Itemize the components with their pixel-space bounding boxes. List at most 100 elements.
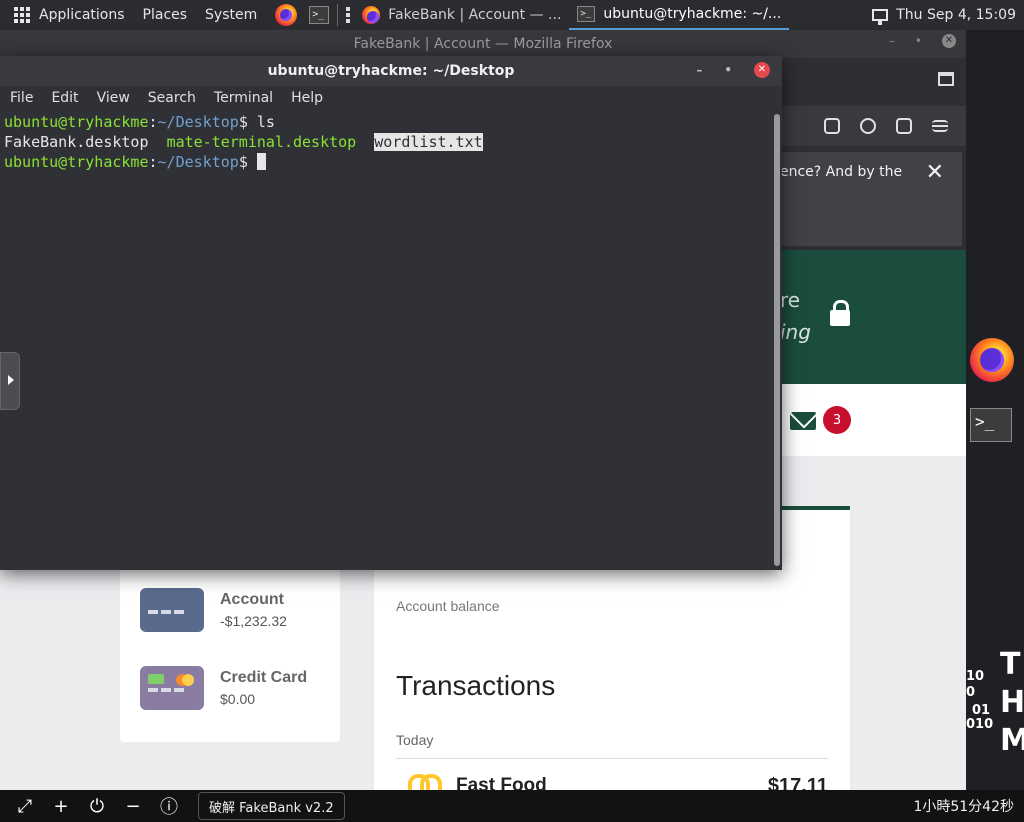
firefox-titlebar[interactable]: FakeBank | Account — Mozilla Firefox – •… xyxy=(0,30,966,58)
task-terminal[interactable]: >_ ubuntu@tryhackme: ~/... xyxy=(569,0,790,30)
firefox-toolbar xyxy=(780,106,966,146)
logo-binary-4: 010 xyxy=(966,717,994,732)
tab-overview-icon[interactable] xyxy=(938,72,954,86)
task-firefox[interactable]: FakeBank | Account — ... xyxy=(354,0,569,30)
page-nav: 3 xyxy=(780,384,966,456)
top-panel: Applications Places System >_ FakeBank |… xyxy=(0,0,1024,30)
account-name: Account xyxy=(220,591,284,608)
terminal-command: ls xyxy=(256,113,275,131)
pocket-icon[interactable] xyxy=(824,118,840,134)
menu-applications[interactable]: Applications xyxy=(39,7,125,23)
menu-places[interactable]: Places xyxy=(143,7,188,23)
terminal-cursor xyxy=(256,153,266,170)
taskbar-grip[interactable] xyxy=(346,7,351,23)
firefox-launcher-icon[interactable] xyxy=(275,4,298,26)
transactions-group-label: Today xyxy=(396,732,434,748)
terminal-line-1: ubuntu@tryhackme:~/Desktop$ ls xyxy=(4,113,275,131)
notification-text: ence? And by the xyxy=(780,164,903,180)
tryhackme-logo: 10 0 01 010 T H M xyxy=(966,642,1024,756)
logo-letter-t: T xyxy=(1000,647,1021,682)
monitor-icon[interactable] xyxy=(872,9,889,25)
desktop-right-edge: >_ 10 0 01 010 T H M xyxy=(966,30,1024,790)
file-wordlist: wordlist.txt xyxy=(374,133,483,151)
menu-edit[interactable]: Edit xyxy=(51,90,78,106)
session-timer: 1小時51分42秒 xyxy=(913,799,1014,815)
terminal-line-2: FakeBank.desktop mate-terminal.desktop w… xyxy=(4,132,772,152)
transactions-title: Transactions xyxy=(396,670,556,701)
menu-search[interactable]: Search xyxy=(148,90,196,106)
terminal-title: ubuntu@tryhackme: ~/Desktop xyxy=(267,63,515,79)
task-firefox-label: FakeBank | Account — ... xyxy=(388,7,562,23)
desktop-firefox-shortcut[interactable] xyxy=(970,338,1014,382)
menu-system[interactable]: System xyxy=(205,7,257,23)
minus-icon[interactable]: − xyxy=(122,795,144,817)
hero-line-2: ing xyxy=(780,320,811,344)
add-icon[interactable]: + xyxy=(50,795,72,817)
firefox-window-controls: – • ✕ xyxy=(889,34,956,48)
close-icon[interactable]: ✕ xyxy=(942,34,956,48)
account-icon[interactable] xyxy=(860,118,876,134)
info-icon[interactable]: ⓘ xyxy=(158,795,180,818)
credit-card-name: Credit Card xyxy=(220,669,308,686)
extensions-icon[interactable] xyxy=(896,118,912,134)
notification-close-icon[interactable]: ✕ xyxy=(926,160,944,185)
terminal-minimize-icon[interactable]: – xyxy=(696,63,702,77)
balance-label: Account balance xyxy=(396,598,500,614)
apps-grid-icon xyxy=(14,7,30,23)
bottom-bar: ⤢ + ⏻ − ⓘ 破解 FakeBank v2.2 1小時51分42秒 xyxy=(0,790,1024,822)
task-terminal-label: ubuntu@tryhackme: ~/... xyxy=(603,6,782,22)
terminal-titlebar[interactable]: ubuntu@tryhackme: ~/Desktop – • ✕ xyxy=(0,56,782,86)
menu-file[interactable]: File xyxy=(10,90,33,106)
panel-clock[interactable]: Thu Sep 4, 15:09 xyxy=(872,0,1016,30)
logo-letter-h: H xyxy=(1000,685,1024,720)
terminal-launcher-icon[interactable]: >_ xyxy=(309,6,330,24)
terminal-line-3: ubuntu@tryhackme:~/Desktop$ xyxy=(4,152,772,172)
debit-card-icon xyxy=(140,588,204,632)
terminal-window: ubuntu@tryhackme: ~/Desktop – • ✕ File E… xyxy=(0,56,782,570)
terminal-icon: >_ xyxy=(577,6,596,22)
minimize-icon[interactable]: – xyxy=(889,34,895,48)
hero-banner: re ing xyxy=(780,250,966,384)
accounts-card: Account -$1,232.32 Credit Card $0.00 xyxy=(120,550,340,742)
notification-bar: ence? And by the ✕ xyxy=(780,152,962,246)
logo-binary-1: 10 xyxy=(966,669,985,684)
clock-text: Thu Sep 4, 15:09 xyxy=(896,7,1016,23)
message-count-badge: 3 xyxy=(823,406,851,434)
panel-separator xyxy=(337,4,339,26)
menu-view[interactable]: View xyxy=(97,90,130,106)
logo-binary-3: 01 xyxy=(972,703,991,718)
firefox-icon xyxy=(362,6,381,24)
account-item[interactable]: Account -$1,232.32 xyxy=(140,588,287,632)
terminal-output[interactable]: ubuntu@tryhackme:~/Desktop$ ls FakeBank.d… xyxy=(0,110,772,570)
lock-icon xyxy=(830,300,850,326)
file-fakebank: FakeBank.desktop xyxy=(4,133,149,151)
hero-line-1: re xyxy=(780,288,801,312)
menu-terminal[interactable]: Terminal xyxy=(214,90,273,106)
firefox-title: FakeBank | Account — Mozilla Firefox xyxy=(353,36,613,52)
credit-card-value: $0.00 xyxy=(220,691,256,707)
credit-card-icon xyxy=(140,666,204,710)
expand-arrow-icon xyxy=(8,375,14,385)
credit-card-item[interactable]: Credit Card $0.00 xyxy=(140,666,307,710)
desktop-terminal-shortcut[interactable]: >_ xyxy=(970,408,1012,442)
mail-icon[interactable] xyxy=(790,412,816,430)
account-value: -$1,232.32 xyxy=(220,613,287,629)
file-mate-terminal: mate-terminal.desktop xyxy=(166,133,357,151)
divider xyxy=(396,758,828,759)
menu-help[interactable]: Help xyxy=(291,90,323,106)
terminal-menubar: File Edit View Search Terminal Help xyxy=(0,86,782,110)
logo-binary-2: 0 xyxy=(966,685,976,700)
firefox-desktop-icon xyxy=(970,338,1014,382)
maximize-icon[interactable]: • xyxy=(915,34,922,48)
terminal-close-icon[interactable]: ✕ xyxy=(754,62,770,78)
fullscreen-icon[interactable]: ⤢ xyxy=(14,795,36,817)
applications-menu[interactable]: Applications xyxy=(0,0,143,30)
task-chip[interactable]: 破解 FakeBank v2.2 xyxy=(198,792,345,820)
terminal-window-controls: – • ✕ xyxy=(696,62,770,78)
terminal-maximize-icon[interactable]: • xyxy=(724,63,732,77)
power-icon[interactable]: ⏻ xyxy=(86,795,108,817)
side-panel-handle[interactable] xyxy=(0,352,20,410)
logo-letter-m: M xyxy=(1000,723,1024,758)
terminal-scrollbar[interactable] xyxy=(774,114,780,566)
hamburger-menu-icon[interactable] xyxy=(932,120,948,132)
